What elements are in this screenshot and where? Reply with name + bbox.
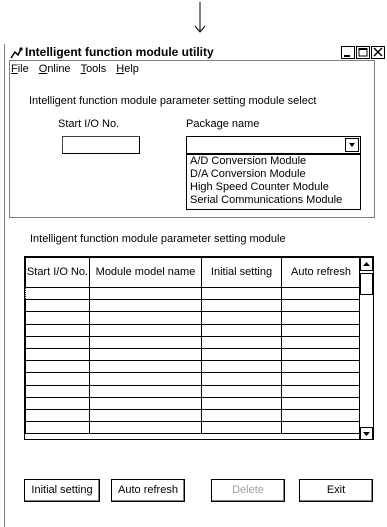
table-cell[interactable] bbox=[25, 299, 90, 313]
table-cell[interactable] bbox=[25, 311, 90, 325]
table-row[interactable] bbox=[25, 311, 361, 325]
scroll-down-icon bbox=[363, 432, 370, 436]
chevron-down-icon bbox=[349, 143, 355, 147]
table-cell[interactable] bbox=[25, 323, 90, 337]
package-option[interactable]: Serial Communications Module bbox=[187, 194, 360, 207]
table-cell[interactable] bbox=[281, 323, 361, 337]
table-cell[interactable] bbox=[89, 360, 202, 374]
auto-refresh-button[interactable]: Auto refresh bbox=[111, 479, 185, 502]
scroll-up-button[interactable] bbox=[360, 257, 373, 271]
column-header-auto-refresh[interactable]: Auto refresh bbox=[281, 257, 361, 288]
exit-button[interactable]: Exit bbox=[299, 479, 373, 502]
start-io-label: Start I/O No. bbox=[58, 118, 120, 130]
table-cell[interactable] bbox=[281, 396, 361, 410]
table-cell[interactable] bbox=[25, 408, 90, 423]
table-row[interactable] bbox=[25, 347, 361, 362]
package-name-label: Package name bbox=[186, 118, 260, 130]
table-cell[interactable] bbox=[201, 286, 282, 301]
table-cell[interactable] bbox=[89, 384, 202, 398]
table-cell[interactable] bbox=[201, 372, 282, 386]
table-cell[interactable] bbox=[201, 347, 282, 362]
close-icon bbox=[373, 47, 383, 57]
window-title: Intelligent function module utility bbox=[25, 45, 214, 59]
table-cell[interactable] bbox=[25, 286, 90, 301]
table-cell[interactable] bbox=[201, 360, 282, 374]
setting-module-table[interactable]: Start I/O No. Module model name Initial … bbox=[24, 256, 374, 440]
dropdown-button[interactable] bbox=[345, 138, 359, 152]
table-cell[interactable] bbox=[201, 396, 282, 410]
table-cell[interactable] bbox=[281, 335, 361, 349]
setting-module-title: Intelligent function module parameter se… bbox=[30, 233, 286, 245]
initial-setting-button[interactable]: Initial setting bbox=[24, 479, 100, 502]
close-button[interactable] bbox=[371, 46, 385, 59]
table-row[interactable] bbox=[25, 396, 361, 410]
table-cell[interactable] bbox=[281, 408, 361, 423]
table-cell[interactable] bbox=[201, 323, 282, 337]
table-cell[interactable] bbox=[281, 299, 361, 313]
table-cell[interactable] bbox=[89, 286, 202, 301]
table-cell[interactable] bbox=[281, 384, 361, 398]
table-row[interactable] bbox=[25, 421, 361, 435]
table-cell[interactable] bbox=[201, 421, 282, 435]
table-cell[interactable] bbox=[281, 347, 361, 362]
table-cell[interactable] bbox=[25, 372, 90, 386]
table-cell[interactable] bbox=[201, 384, 282, 398]
table-cell[interactable] bbox=[25, 335, 90, 349]
table-cell[interactable] bbox=[25, 347, 90, 362]
table-row[interactable] bbox=[25, 335, 361, 349]
start-io-input[interactable] bbox=[62, 136, 140, 154]
table-cell[interactable] bbox=[281, 360, 361, 374]
minimize-button[interactable] bbox=[341, 46, 355, 59]
column-header-start-io[interactable]: Start I/O No. bbox=[25, 257, 90, 288]
package-name-dropdown[interactable] bbox=[186, 136, 361, 154]
table-row[interactable] bbox=[25, 408, 361, 423]
module-select-group-title: Intelligent function module parameter se… bbox=[27, 95, 319, 107]
table-row[interactable] bbox=[25, 360, 361, 374]
scroll-up-icon bbox=[363, 262, 370, 266]
table-cell[interactable] bbox=[89, 335, 202, 349]
column-header-initial-setting[interactable]: Initial setting bbox=[201, 257, 282, 288]
table-cell[interactable] bbox=[89, 408, 202, 423]
maximize-icon bbox=[358, 48, 368, 57]
scroll-thumb[interactable] bbox=[360, 273, 373, 295]
table-cell[interactable] bbox=[281, 286, 361, 301]
table-cell[interactable] bbox=[89, 396, 202, 410]
table-row[interactable] bbox=[25, 372, 361, 386]
table-row[interactable] bbox=[25, 299, 361, 313]
package-option[interactable]: High Speed Counter Module bbox=[187, 181, 360, 194]
table-cell[interactable] bbox=[201, 311, 282, 325]
table-cell[interactable] bbox=[89, 323, 202, 337]
table-row[interactable] bbox=[25, 323, 361, 337]
table-row[interactable] bbox=[25, 384, 361, 398]
table-cell[interactable] bbox=[25, 360, 90, 374]
table-cell[interactable] bbox=[281, 311, 361, 325]
table-cell[interactable] bbox=[281, 372, 361, 386]
table-cell[interactable] bbox=[281, 421, 361, 435]
column-header-module-model[interactable]: Module model name bbox=[89, 257, 202, 288]
app-icon bbox=[10, 47, 23, 59]
table-cell[interactable] bbox=[89, 299, 202, 313]
table-cell[interactable] bbox=[201, 335, 282, 349]
table-cell[interactable] bbox=[89, 311, 202, 325]
table-cell[interactable] bbox=[201, 299, 282, 313]
scroll-down-button[interactable] bbox=[360, 427, 373, 439]
table-cell[interactable] bbox=[25, 421, 90, 435]
table-scrollbar[interactable] bbox=[359, 257, 373, 439]
minimize-icon bbox=[344, 55, 350, 57]
table-row[interactable] bbox=[25, 286, 361, 301]
down-arrow-icon bbox=[194, 2, 206, 33]
table-cell[interactable] bbox=[25, 396, 90, 410]
table-cell[interactable] bbox=[89, 347, 202, 362]
package-name-list: A/D Conversion Module D/A Conversion Mod… bbox=[186, 154, 361, 210]
table-cell[interactable] bbox=[89, 372, 202, 386]
delete-button[interactable]: Delete bbox=[211, 479, 285, 502]
maximize-button[interactable] bbox=[356, 46, 370, 59]
table-cell[interactable] bbox=[89, 421, 202, 435]
table-cell[interactable] bbox=[25, 384, 90, 398]
package-option[interactable]: A/D Conversion Module bbox=[187, 155, 360, 168]
table-cell[interactable] bbox=[201, 408, 282, 423]
package-option[interactable]: D/A Conversion Module bbox=[187, 168, 360, 181]
